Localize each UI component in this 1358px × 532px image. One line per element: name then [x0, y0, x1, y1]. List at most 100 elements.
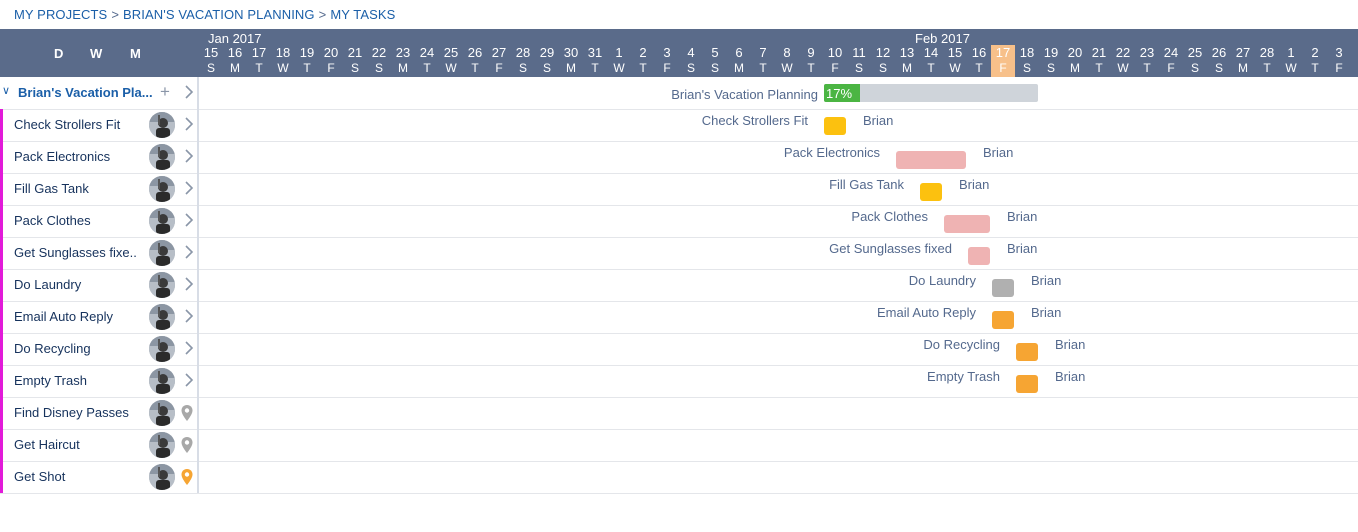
location-pin-icon[interactable]: [180, 404, 194, 422]
day-letter: M: [902, 61, 912, 75]
avatar[interactable]: [149, 144, 175, 170]
task-bar[interactable]: [968, 247, 990, 265]
day-letter: W: [1285, 61, 1297, 75]
avatar[interactable]: [149, 336, 175, 362]
task-row[interactable]: Pack Electronics Pack Electronics Brian: [0, 141, 1358, 174]
task-row[interactable]: Check Strollers Fit Check Strollers Fit Br…: [0, 109, 1358, 142]
chevron-right-icon[interactable]: [182, 340, 196, 356]
task-bar[interactable]: [992, 311, 1014, 329]
task-row[interactable]: Do Recycling Do Recycling Brian: [0, 333, 1358, 366]
task-name[interactable]: Pack Clothes: [14, 213, 91, 228]
chevron-right-icon[interactable]: [182, 372, 196, 388]
task-row[interactable]: Fill Gas Tank Fill Gas Tank Brian: [0, 173, 1358, 206]
day-number: 8: [783, 45, 791, 60]
chevron-right-icon[interactable]: [182, 116, 196, 132]
avatar[interactable]: [149, 464, 175, 490]
avatar[interactable]: [149, 240, 175, 266]
day-letter: S: [1190, 61, 1199, 75]
gantt-grid: ∨ Brian's Vacation Pla... + Brian's Vacatio…: [0, 77, 1358, 494]
avatar[interactable]: [149, 112, 175, 138]
day-letter: T: [1311, 61, 1319, 75]
day-letter: S: [1022, 61, 1031, 75]
task-bar[interactable]: [1016, 343, 1038, 361]
avatar[interactable]: [149, 368, 175, 394]
day-letter: T: [1143, 61, 1151, 75]
task-bar[interactable]: [824, 117, 846, 135]
task-name[interactable]: Get Shot: [14, 469, 65, 484]
day-number: 13: [899, 45, 915, 60]
panel-divider[interactable]: [197, 77, 199, 493]
add-task-icon[interactable]: +: [160, 82, 170, 102]
task-name[interactable]: Find Disney Passes: [14, 405, 129, 420]
avatar[interactable]: [149, 304, 175, 330]
task-row[interactable]: Get Haircut: [0, 429, 1358, 462]
task-row[interactable]: Find Disney Passes: [0, 397, 1358, 430]
zoom-month-button[interactable]: M: [130, 46, 141, 61]
task-owner: Brian: [959, 177, 990, 192]
task-name[interactable]: Pack Electronics: [14, 149, 110, 164]
task-row[interactable]: Email Auto Reply Email Auto Reply Brian: [0, 301, 1358, 334]
day-letter: M: [734, 61, 744, 75]
task-bar-label: Email Auto Reply: [877, 305, 976, 320]
day-letter: T: [639, 61, 647, 75]
breadcrumb-project[interactable]: BRIAN'S VACATION PLANNING: [123, 7, 315, 22]
task-row[interactable]: Empty Trash Empty Trash Brian: [0, 365, 1358, 398]
task-row[interactable]: Get Shot: [0, 461, 1358, 494]
project-row[interactable]: ∨ Brian's Vacation Pla... + Brian's Vacatio…: [0, 77, 1358, 110]
task-owner: Brian: [863, 113, 894, 128]
day-number: 6: [735, 45, 743, 60]
day-number: 30: [563, 45, 579, 60]
task-name[interactable]: Check Strollers Fit: [14, 117, 120, 132]
day-letter: S: [710, 61, 719, 75]
location-pin-icon[interactable]: [180, 436, 194, 454]
chevron-right-icon[interactable]: [182, 276, 196, 292]
day-number: 3: [1335, 45, 1343, 60]
task-color-stripe: [0, 365, 3, 397]
day-number: 12: [875, 45, 891, 60]
task-name[interactable]: Get Haircut: [14, 437, 80, 452]
task-bar[interactable]: [1016, 375, 1038, 393]
chevron-right-icon[interactable]: [182, 84, 196, 100]
chevron-right-icon[interactable]: [182, 308, 196, 324]
task-bar[interactable]: [920, 183, 942, 201]
chevron-right-icon[interactable]: [182, 212, 196, 228]
zoom-day-button[interactable]: D: [54, 46, 63, 61]
chevron-right-icon[interactable]: [182, 148, 196, 164]
avatar[interactable]: [149, 400, 175, 426]
day-number: 16: [971, 45, 987, 60]
avatar[interactable]: [149, 432, 175, 458]
location-pin-icon[interactable]: [180, 468, 194, 486]
day-letter: T: [303, 61, 311, 75]
task-bar-label: Pack Electronics: [783, 145, 880, 160]
avatar[interactable]: [149, 272, 175, 298]
day-number: 18: [275, 45, 291, 60]
task-bar[interactable]: [896, 151, 966, 169]
day-letter: T: [759, 61, 767, 75]
chevron-right-icon[interactable]: [182, 244, 196, 260]
task-bar[interactable]: [992, 279, 1014, 297]
task-name[interactable]: Empty Trash: [14, 373, 87, 388]
task-owner: Brian: [1055, 337, 1086, 352]
chevron-right-icon[interactable]: [182, 180, 196, 196]
task-row[interactable]: Pack Clothes Pack Clothes Brian: [0, 205, 1358, 238]
task-name[interactable]: Get Sunglasses fixe..: [14, 245, 137, 260]
day-letter: M: [1070, 61, 1080, 75]
project-progress-bar[interactable]: 17%: [824, 84, 1038, 102]
day-number: 2: [639, 45, 647, 60]
collapse-icon[interactable]: ∨: [2, 84, 10, 97]
project-name[interactable]: Brian's Vacation Pla...: [18, 85, 153, 100]
task-row[interactable]: Do Laundry Do Laundry Brian: [0, 269, 1358, 302]
task-name[interactable]: Email Auto Reply: [14, 309, 113, 324]
task-name[interactable]: Do Laundry: [14, 277, 81, 292]
task-name[interactable]: Do Recycling: [14, 341, 91, 356]
day-number: 20: [1067, 45, 1083, 60]
task-name[interactable]: Fill Gas Tank: [14, 181, 89, 196]
task-row[interactable]: Get Sunglasses fixe.. Get Sunglasses fixe…: [0, 237, 1358, 270]
day-letter: S: [374, 61, 383, 75]
breadcrumb-my-projects[interactable]: MY PROJECTS: [14, 7, 107, 22]
breadcrumb-my-tasks[interactable]: MY TASKS: [330, 7, 395, 22]
avatar[interactable]: [149, 176, 175, 202]
avatar[interactable]: [149, 208, 175, 234]
task-bar[interactable]: [944, 215, 990, 233]
zoom-week-button[interactable]: W: [90, 46, 102, 61]
